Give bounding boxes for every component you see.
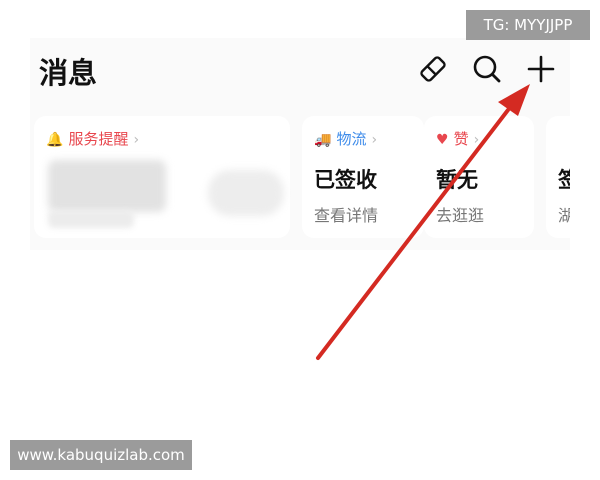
likes-link[interactable]: 去逛逛	[436, 202, 484, 226]
blurred-content	[208, 170, 284, 216]
chevron-right-icon: ›	[371, 132, 378, 148]
watermark-badge: TG: MYYJJPP	[466, 10, 590, 40]
partial-link: 湖	[558, 206, 570, 225]
blurred-content	[48, 160, 166, 212]
heart-icon: ♥	[436, 132, 449, 148]
likes-status: 暂无	[436, 168, 478, 192]
card-logistics[interactable]: 🚚 物流 › 已签收 查看详情	[302, 116, 424, 238]
card-logistics-label: 物流	[336, 130, 367, 148]
card-service-label: 服务提醒	[68, 130, 129, 148]
site-watermark: www.kabuquizlab.com	[10, 440, 192, 470]
card-likes[interactable]: ♥ 赞 › 暂无 去逛逛	[424, 116, 534, 238]
truck-icon: 🚚	[314, 132, 332, 148]
chevron-right-icon: ›	[473, 132, 480, 148]
page-title: 消息	[39, 56, 98, 90]
plus-icon[interactable]	[524, 52, 558, 86]
logistics-status: 已签收	[314, 168, 377, 192]
bell-icon: 🔔	[46, 132, 64, 148]
messages-screen: 消息 🔔 服务提醒 › 🚚 物流 › 已签收 查看详情 ♥ 赞 › 暂无 去逛逛…	[30, 38, 570, 250]
card-header: 🚚 物流 ›	[314, 128, 377, 149]
search-icon[interactable]	[470, 52, 504, 86]
card-likes-label: 赞	[453, 130, 469, 148]
card-header: 🔔 服务提醒 ›	[46, 128, 139, 149]
chevron-right-icon: ›	[133, 132, 140, 148]
card-header: ♥ 赞 ›	[436, 128, 479, 149]
card-service-reminder[interactable]: 🔔 服务提醒 ›	[34, 116, 290, 238]
blurred-content	[48, 210, 134, 228]
card-partial[interactable]: 签 湖	[546, 116, 570, 238]
logistics-link[interactable]: 查看详情	[314, 202, 378, 226]
partial-status: 签	[558, 168, 570, 192]
eraser-icon[interactable]	[416, 52, 450, 86]
